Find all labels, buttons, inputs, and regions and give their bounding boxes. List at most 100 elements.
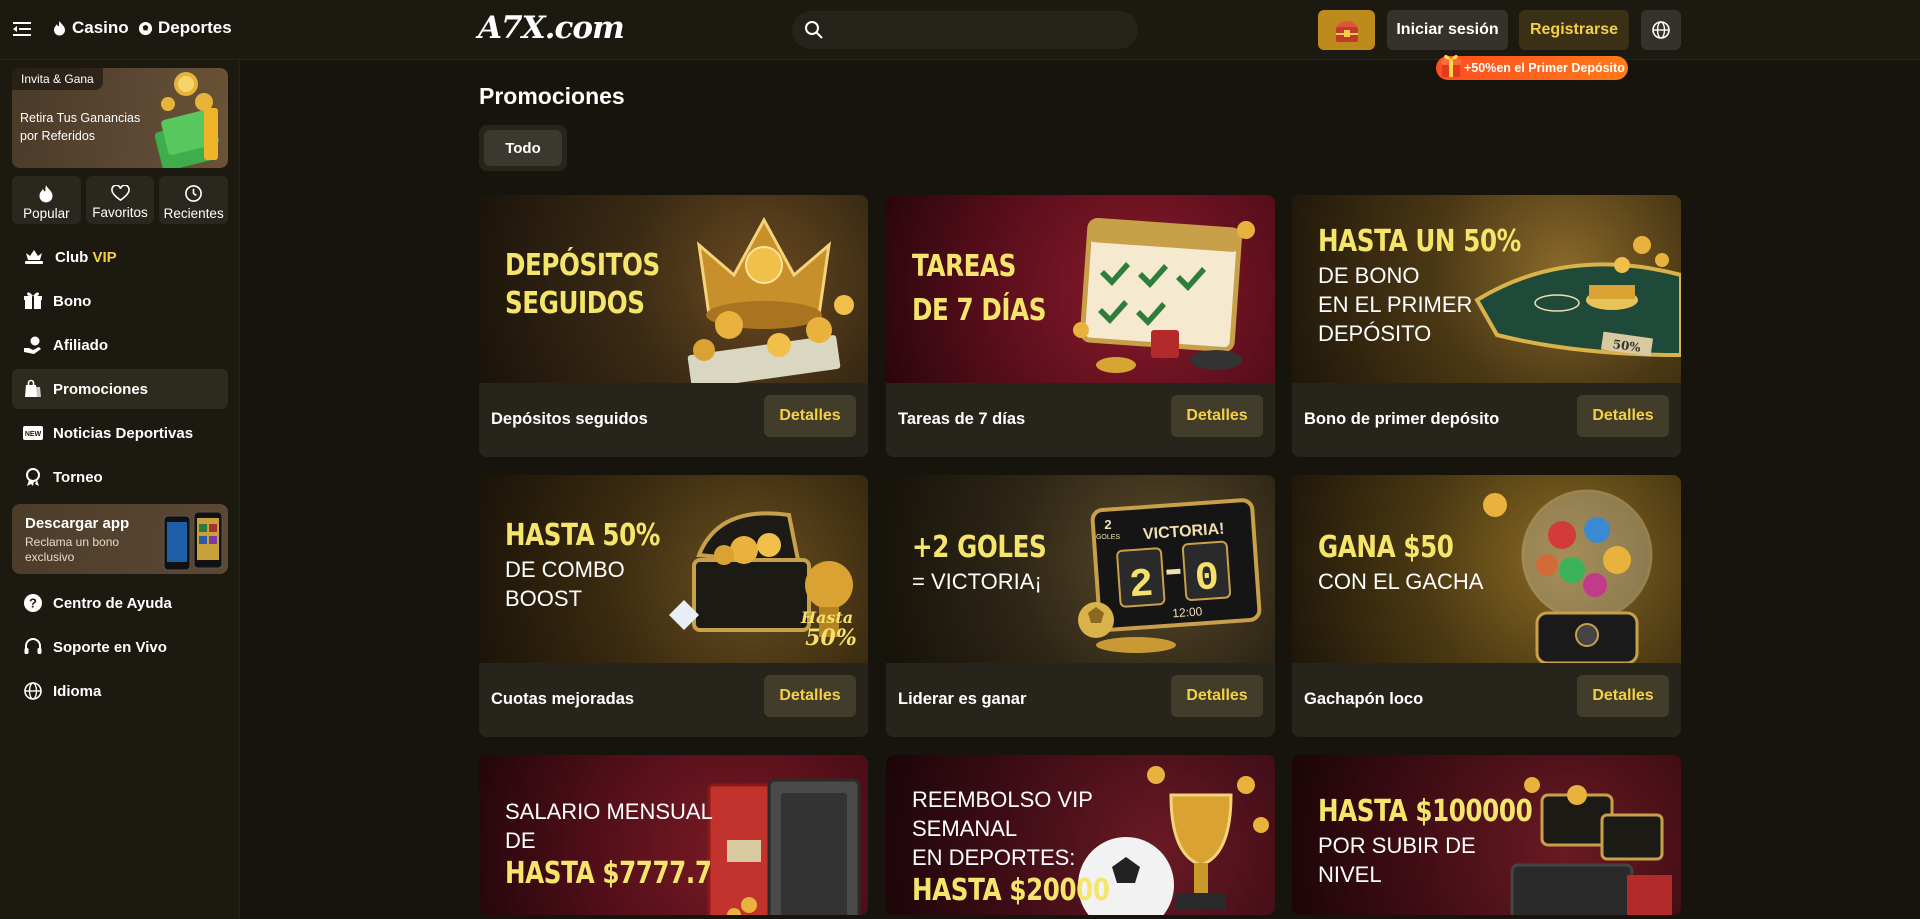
nav-sports[interactable]: Deportes: [138, 18, 232, 38]
promo-card-weekly-vip-rebate[interactable]: REEMBOLSO VIP SEMANAL EN DEPORTES: HASTA…: [886, 755, 1275, 915]
sidebar-item-help-center[interactable]: ? Centro de Ayuda: [12, 583, 228, 623]
crown-hand-icon: [25, 250, 43, 264]
card-footer: Depósitos seguidos Detalles: [479, 383, 868, 457]
sidebar-item-bonus[interactable]: Bono: [12, 281, 228, 321]
score-away: 0: [1194, 556, 1221, 603]
banner-text: HASTA $100000 POR SUBIR DE NIVEL: [1318, 793, 1579, 889]
details-button[interactable]: Detalles: [764, 675, 856, 717]
promo-card-consecutive-deposits[interactable]: DEPÓSITOS SEGUIDOS Depósitos seguidos De…: [479, 195, 868, 457]
nav-sports-label: Deportes: [158, 18, 232, 37]
quick-favorites[interactable]: Favoritos: [85, 176, 155, 224]
promo-card-title: Liderar es ganar: [898, 690, 1027, 708]
filter-tab-all[interactable]: Todo: [484, 130, 562, 166]
promo-banner: HASTA UN 50% DE BONO EN EL PRIMER DEPÓSI…: [1292, 195, 1681, 383]
banner-subtext: CON EL GACHA: [1318, 569, 1484, 594]
score-time: 12:00: [1172, 604, 1203, 620]
calendar-checklist-illustration: [1073, 217, 1255, 373]
first-deposit-promo-tag[interactable]: +50%en el Primer Depósito: [1436, 54, 1628, 80]
banner-subtext: SEMANAL: [912, 816, 1018, 841]
card-footer: Tareas de 7 días Detalles: [886, 383, 1275, 457]
banner-headline: HASTA 50%: [505, 518, 661, 553]
search-input[interactable]: [832, 11, 1128, 49]
sidebar-label-live-support: Soporte en Vivo: [53, 638, 167, 656]
banner-text: HASTA 50% DE COMBO BOOST: [505, 517, 694, 613]
promo-card-title: Tareas de 7 días: [898, 410, 1026, 428]
promo-banner: HASTA $100000 POR SUBIR DE NIVEL: [1292, 755, 1681, 915]
language-button[interactable]: [1641, 10, 1681, 50]
sidebar-item-club-vip[interactable]: Club VIP: [12, 237, 228, 277]
promo-card-title: Bono de primer depósito: [1304, 410, 1500, 428]
banner-subtext: REEMBOLSO VIP: [912, 787, 1093, 812]
chest-badge-line: 50%: [805, 625, 857, 651]
promo-card-level-up[interactable]: HASTA $100000 POR SUBIR DE NIVEL: [1292, 755, 1681, 915]
nav-casino[interactable]: Casino: [52, 18, 129, 38]
globe-icon: [1652, 21, 1670, 39]
promo-card-first-deposit-bonus[interactable]: HASTA UN 50% DE BONO EN EL PRIMER DEPÓSI…: [1292, 195, 1681, 457]
soccer-ball-icon: [138, 21, 153, 35]
quick-recent[interactable]: Recientes: [159, 176, 229, 224]
shopping-bags-icon: [25, 379, 41, 397]
details-button[interactable]: Detalles: [1171, 395, 1263, 437]
banner-subtext: DE BONO: [1318, 263, 1420, 288]
banner-text: REEMBOLSO VIP SEMANAL EN DEPORTES: HASTA…: [912, 785, 1153, 910]
help-circle-icon: ?: [24, 594, 42, 612]
banner-subtext: POR SUBIR DE: [1318, 833, 1476, 858]
invite-earn-banner[interactable]: Invita & Gana Retira Tus Ganancias por R…: [12, 68, 228, 168]
gift-icon: [24, 292, 42, 309]
banner-headline: SEGUIDOS: [505, 286, 645, 321]
details-button[interactable]: Detalles: [1577, 675, 1669, 717]
promo-card-7-day-tasks[interactable]: TAREAS DE 7 DÍAS Tareas de 7 días Detall…: [886, 195, 1275, 457]
promo-banner: SALARIO MENSUAL DE HASTA $7777.7: [479, 755, 868, 915]
sidebar-label-tournament: Torneo: [53, 468, 103, 486]
sidebar-item-sports-news[interactable]: NEW Noticias Deportivas: [12, 413, 228, 453]
details-button[interactable]: Detalles: [764, 395, 856, 437]
details-button[interactable]: Detalles: [1171, 675, 1263, 717]
money-stack-illustration: [154, 72, 219, 168]
sidebar-label-affiliate: Afiliado: [53, 336, 108, 354]
details-button[interactable]: Detalles: [1577, 395, 1669, 437]
score-home: 2: [1128, 563, 1155, 610]
sidebar-item-affiliate[interactable]: Afiliado: [12, 325, 228, 365]
treasure-chest-button[interactable]: [1318, 10, 1375, 50]
banner-text: HASTA UN 50% DE BONO EN EL PRIMER DEPÓSI…: [1318, 223, 1565, 348]
download-app-banner[interactable]: Descargar app Reclama un bono exclusivo: [12, 504, 228, 574]
promo-banner: +2 GOLES = VICTORIA¡ VICTORIA! 2 0 12:00…: [886, 475, 1275, 663]
scoreboard-illustration: VICTORIA! 2 0 12:00 2 GOLES: [1078, 498, 1262, 653]
promo-card-crazy-gacha[interactable]: GANA $50 CON EL GACHA Gachapón loco Deta…: [1292, 475, 1681, 737]
flame-icon: [39, 184, 53, 202]
svg-text:?: ?: [29, 596, 37, 611]
promo-card-title: Depósitos seguidos: [491, 410, 648, 428]
quick-popular[interactable]: Popular: [12, 176, 81, 224]
banner-headline: HASTA $100000: [1318, 794, 1533, 829]
sidebar-item-promotions[interactable]: Promociones: [12, 369, 228, 409]
promo-card-monthly-salary[interactable]: SALARIO MENSUAL DE HASTA $7777.7: [479, 755, 868, 915]
sidebar-item-tournament[interactable]: Torneo: [12, 457, 228, 497]
register-button[interactable]: Registrarse: [1519, 10, 1629, 50]
quick-favorites-label: Favoritos: [92, 204, 148, 220]
sidebar-item-language[interactable]: Idioma: [12, 671, 228, 711]
promo-card-lead-to-win[interactable]: +2 GOLES = VICTORIA¡ VICTORIA! 2 0 12:00…: [886, 475, 1275, 737]
sidebar-item-live-support[interactable]: Soporte en Vivo: [12, 627, 228, 667]
filter-tabs: Todo: [479, 125, 567, 171]
news-icon: NEW: [23, 426, 43, 440]
banner-text: DEPÓSITOS SEGUIDOS: [505, 247, 694, 323]
promo-card-title: Gachapón loco: [1304, 690, 1424, 708]
flame-icon: [54, 21, 65, 36]
hand-coin-icon: [24, 336, 41, 354]
login-button[interactable]: Iniciar sesión: [1387, 10, 1508, 50]
banner-headline: HASTA UN 50%: [1318, 224, 1521, 259]
banner-subtext: DE COMBO: [505, 557, 625, 582]
promo-banner: TAREAS DE 7 DÍAS: [886, 195, 1275, 383]
banner-headline: GANA $50: [1318, 530, 1454, 565]
banner-text: TAREAS DE 7 DÍAS: [912, 245, 1076, 333]
promo-card-boosted-odds[interactable]: HASTA 50% DE COMBO BOOST Hasta 50% Cuota…: [479, 475, 868, 737]
banner-headline: DE 7 DÍAS: [912, 293, 1047, 328]
search-bar[interactable]: [792, 11, 1138, 49]
goles-label: GOLES: [1096, 534, 1120, 541]
menu-collapse-icon[interactable]: [12, 19, 32, 39]
card-footer: Gachapón loco Detalles: [1292, 663, 1681, 737]
page-title: Promociones: [479, 83, 625, 109]
quick-access-row: Popular Favoritos Recientes: [12, 176, 229, 224]
quick-popular-label: Popular: [23, 205, 70, 221]
site-logo[interactable]: A7X.com: [478, 10, 625, 46]
